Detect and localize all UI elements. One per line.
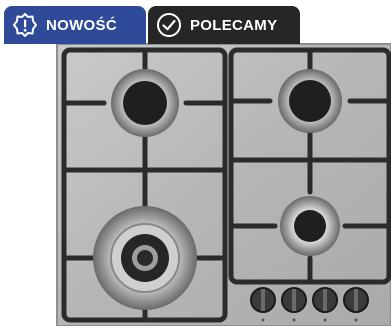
badge-new-label: NOWOŚĆ	[46, 16, 117, 34]
badge-recommended: POLECAMY	[148, 6, 300, 44]
burner-bottom-left	[93, 206, 197, 310]
check-circle-icon	[156, 12, 182, 38]
badge-new: NOWOŚĆ	[4, 6, 146, 44]
exclamation-badge-icon	[12, 12, 38, 38]
badge-row: NOWOŚĆ POLECAMY	[4, 6, 300, 44]
product-card[interactable]: NOWOŚĆ POLECAMY	[0, 0, 391, 326]
burner-top-right	[278, 69, 342, 133]
burner-bottom-right	[280, 196, 340, 256]
badge-recommended-label: POLECAMY	[190, 16, 278, 34]
product-image[interactable]	[0, 0, 391, 326]
burner-top-left	[111, 69, 179, 137]
